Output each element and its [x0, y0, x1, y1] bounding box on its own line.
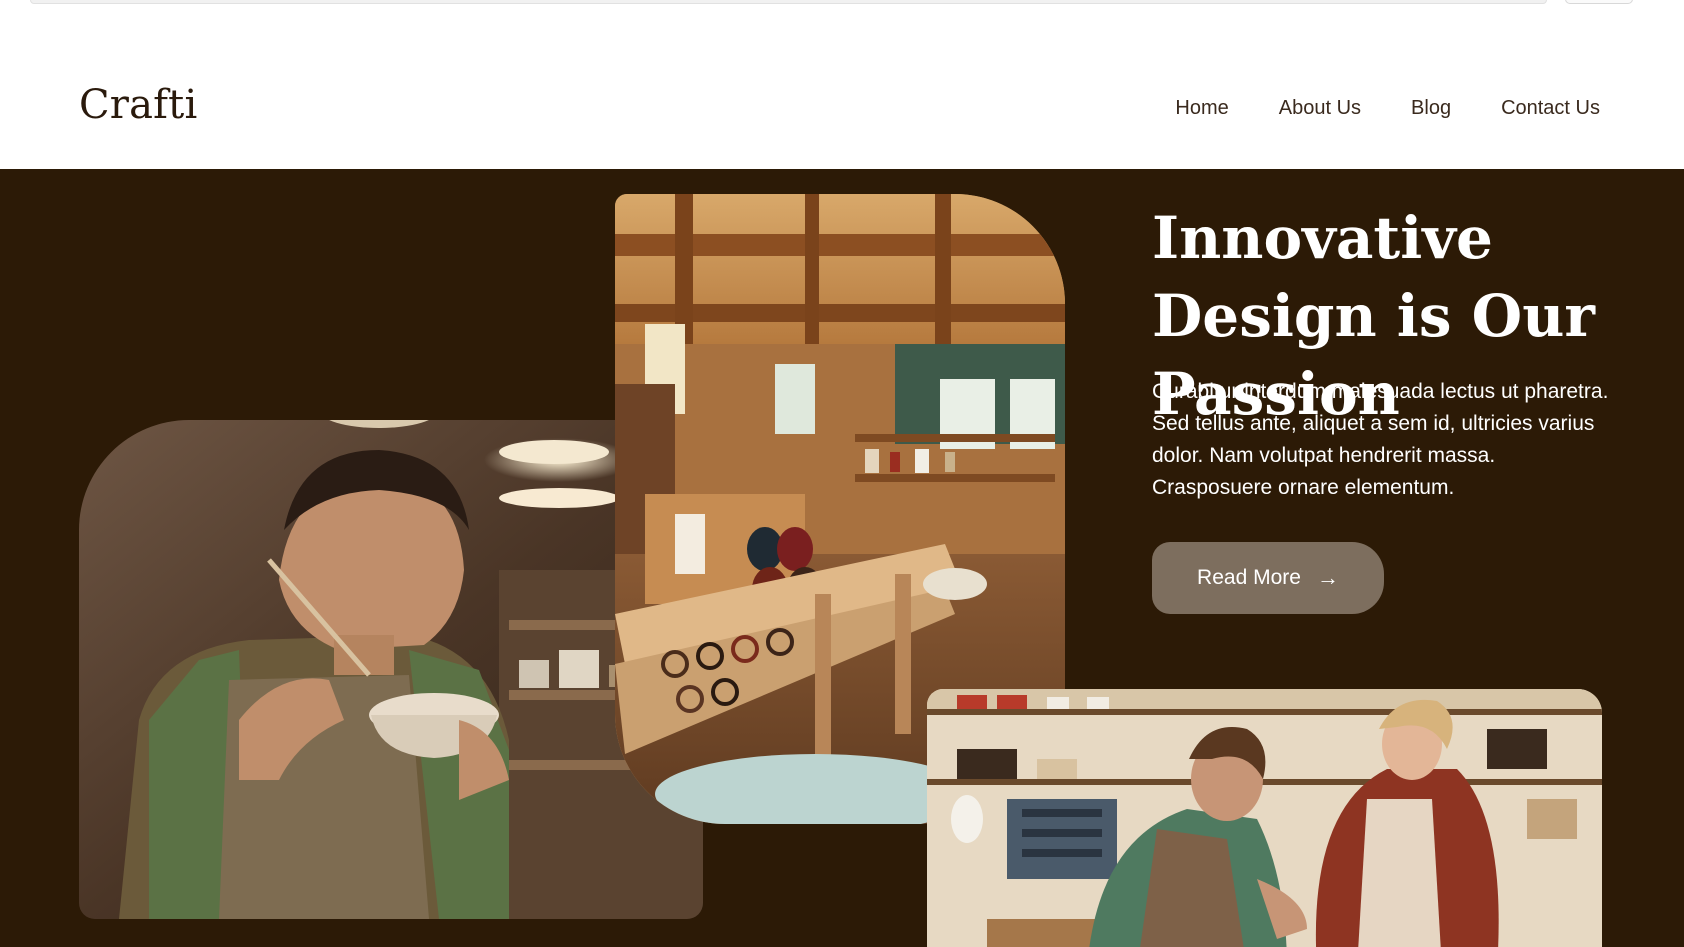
workshop-photo	[927, 689, 1602, 947]
hero-section: Innovative Design is Our Passion Curabit…	[0, 169, 1684, 947]
nav-blog[interactable]: Blog	[1411, 97, 1451, 120]
site-header: Crafti Home About Us Blog Contact Us	[0, 48, 1684, 169]
nav-home[interactable]: Home	[1175, 97, 1228, 120]
nav-about-us[interactable]: About Us	[1279, 97, 1361, 120]
craftsman-photo	[79, 420, 703, 919]
toolbar-pill[interactable]	[1565, 0, 1633, 4]
arrow-right-icon: →	[1316, 565, 1339, 590]
browser-top-strip	[0, 0, 1684, 49]
read-more-button[interactable]: Read More →	[1152, 542, 1384, 614]
hero-description: Curabitur interdum malesuada lectus ut p…	[1152, 380, 1609, 499]
address-bar[interactable]	[30, 0, 1547, 4]
nav-contact-us[interactable]: Contact Us	[1501, 97, 1600, 120]
main-nav: Home About Us Blog Contact Us	[1175, 97, 1600, 120]
read-more-label: Read More	[1197, 566, 1301, 589]
site-logo[interactable]: Crafti	[79, 82, 197, 128]
